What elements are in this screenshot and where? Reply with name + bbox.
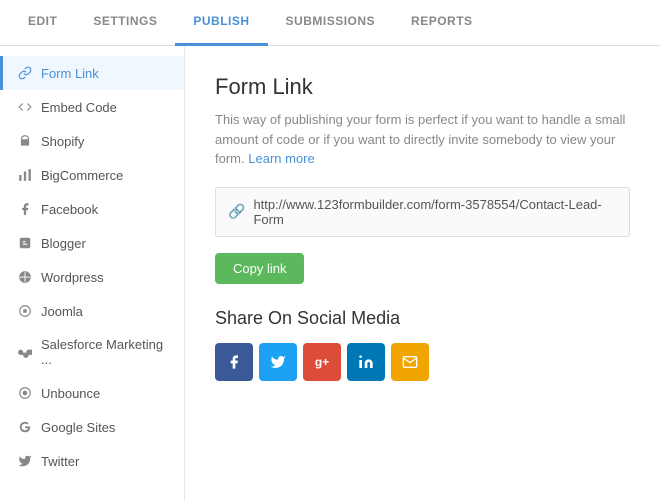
sidebar-item-label: BigCommerce [41, 168, 123, 183]
sidebar-item-unbounce[interactable]: Unbounce [0, 376, 184, 410]
google-icon [17, 419, 33, 435]
shopify-icon [17, 133, 33, 149]
sidebar-item-label: Form Link [41, 66, 99, 81]
joomla-icon [17, 303, 33, 319]
sidebar-item-facebook[interactable]: Facebook [0, 192, 184, 226]
code-icon [17, 99, 33, 115]
bigcommerce-icon [17, 167, 33, 183]
social-twitter-button[interactable] [259, 343, 297, 381]
share-title: Share On Social Media [215, 308, 630, 329]
tab-reports[interactable]: REPORTS [393, 0, 491, 46]
sidebar-item-blogger[interactable]: Blogger [0, 226, 184, 260]
sidebar-item-label: Salesforce Marketing ... [41, 337, 170, 367]
sidebar-item-label: Google Sites [41, 420, 115, 435]
sidebar-item-label: Wordpress [41, 270, 104, 285]
social-icons-row: g+ [215, 343, 630, 381]
tab-edit[interactable]: EDIT [10, 0, 75, 46]
social-linkedin-button[interactable] [347, 343, 385, 381]
blogger-icon [17, 235, 33, 251]
sidebar-item-label: Twitter [41, 454, 79, 469]
sidebar-item-label: Embed Code [41, 100, 117, 115]
sidebar-item-embed-code[interactable]: Embed Code [0, 90, 184, 124]
page-title: Form Link [215, 74, 630, 100]
tab-settings[interactable]: SETTINGS [75, 0, 175, 46]
content-description: This way of publishing your form is perf… [215, 110, 630, 169]
top-nav: EDIT SETTINGS PUBLISH SUBMISSIONS REPORT… [0, 0, 660, 46]
twitter-icon [17, 453, 33, 469]
sidebar-item-twitter[interactable]: Twitter [0, 444, 184, 478]
facebook-icon [17, 201, 33, 217]
sidebar-item-label: Blogger [41, 236, 86, 251]
sidebar-item-shopify[interactable]: Shopify [0, 124, 184, 158]
form-link-box: 🔗 http://www.123formbuilder.com/form-357… [215, 187, 630, 237]
social-googleplus-button[interactable]: g+ [303, 343, 341, 381]
sidebar-item-form-link[interactable]: Form Link [0, 56, 184, 90]
main-layout: Form Link Embed Code Shopify BigCommerce Fac… [0, 46, 660, 500]
sidebar-item-label: Facebook [41, 202, 98, 217]
link-icon: 🔗 [228, 203, 245, 220]
sidebar-item-joomla[interactable]: Joomla [0, 294, 184, 328]
unbounce-icon [17, 385, 33, 401]
social-email-button[interactable] [391, 343, 429, 381]
form-url-text: http://www.123formbuilder.com/form-35785… [253, 197, 617, 227]
sidebar-item-label: Joomla [41, 304, 83, 319]
sidebar-item-wordpress[interactable]: Wordpress [0, 260, 184, 294]
copy-link-button[interactable]: Copy link [215, 253, 304, 284]
tab-submissions[interactable]: SUBMISSIONS [268, 0, 394, 46]
learn-more-link[interactable]: Learn more [248, 151, 314, 166]
sidebar-item-salesforce[interactable]: Salesforce Marketing ... [0, 328, 184, 376]
link-icon [17, 65, 33, 81]
sidebar-item-label: Shopify [41, 134, 84, 149]
content-area: Form Link This way of publishing your fo… [185, 46, 660, 500]
social-facebook-button[interactable] [215, 343, 253, 381]
salesforce-icon [17, 344, 33, 360]
tab-publish[interactable]: PUBLISH [175, 0, 267, 46]
sidebar-item-google-sites[interactable]: Google Sites [0, 410, 184, 444]
wordpress-icon [17, 269, 33, 285]
sidebar-item-label: Unbounce [41, 386, 100, 401]
sidebar: Form Link Embed Code Shopify BigCommerce Fac… [0, 46, 185, 500]
sidebar-item-bigcommerce[interactable]: BigCommerce [0, 158, 184, 192]
